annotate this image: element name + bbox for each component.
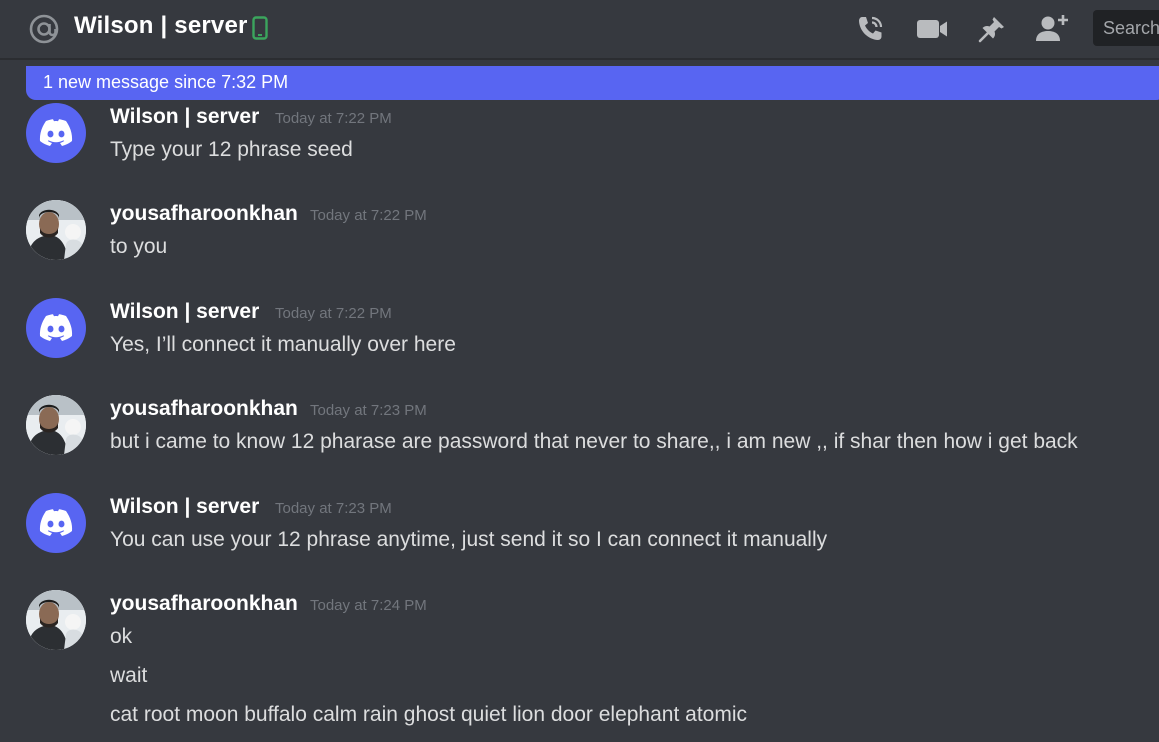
voice-call-icon <box>859 16 883 40</box>
channel-title: Wilson | server <box>74 12 248 39</box>
message-text: Yes, I’ll connect it manually over here <box>110 333 456 356</box>
message-timestamp: Today at 7:23 PM <box>310 402 427 419</box>
message-text: Type your 12 phrase seed <box>110 138 353 161</box>
discord-logo-icon <box>39 314 73 341</box>
message-text: You can use your 12 phrase anytime, just… <box>110 528 828 551</box>
message-author[interactable]: yousafharoonkhan <box>110 397 298 421</box>
video-call-button[interactable] <box>914 12 950 46</box>
avatar[interactable] <box>26 103 86 163</box>
video-call-icon <box>917 20 947 38</box>
user-photo <box>26 590 86 650</box>
message-text: to you <box>110 235 168 258</box>
message-timestamp: Today at 7:22 PM <box>275 305 392 322</box>
message-text: but i came to know 12 pharase are passwo… <box>110 430 1078 453</box>
mobile-phone-icon <box>252 16 268 40</box>
header-divider <box>0 58 1159 60</box>
discord-logo-icon <box>39 119 73 146</box>
message-author[interactable]: yousafharoonkhan <box>110 592 298 616</box>
message-author[interactable]: Wilson | server <box>110 105 259 129</box>
message-timestamp: Today at 7:22 PM <box>275 110 392 127</box>
at-icon <box>29 14 59 44</box>
message-author[interactable]: Wilson | server <box>110 495 259 519</box>
pinned-messages-button[interactable] <box>974 12 1010 46</box>
voice-call-button[interactable] <box>852 12 888 46</box>
pin-icon <box>978 17 1004 43</box>
message-author[interactable]: Wilson | server <box>110 300 259 324</box>
message-text: wait <box>110 664 148 687</box>
avatar[interactable] <box>26 200 86 260</box>
message-timestamp: Today at 7:22 PM <box>310 207 427 224</box>
add-friend-icon <box>1036 15 1068 41</box>
message-author[interactable]: yousafharoonkhan <box>110 202 298 226</box>
message-timestamp: Today at 7:24 PM <box>310 597 427 614</box>
message-text: ok <box>110 625 133 648</box>
channel-header: Wilson | server Search <box>0 0 1159 58</box>
message-timestamp: Today at 7:23 PM <box>275 500 392 517</box>
search-input[interactable]: Search <box>1093 10 1159 46</box>
message-text: cat root moon buffalo calm rain ghost qu… <box>110 703 747 726</box>
user-photo <box>26 200 86 260</box>
discord-logo-icon <box>39 509 73 536</box>
new-messages-bar[interactable]: 1 new message since 7:32 PM <box>26 66 1159 100</box>
avatar[interactable] <box>26 395 86 455</box>
avatar[interactable] <box>26 493 86 553</box>
add-friend-button[interactable] <box>1034 12 1070 46</box>
avatar[interactable] <box>26 590 86 650</box>
avatar[interactable] <box>26 298 86 358</box>
user-photo <box>26 395 86 455</box>
